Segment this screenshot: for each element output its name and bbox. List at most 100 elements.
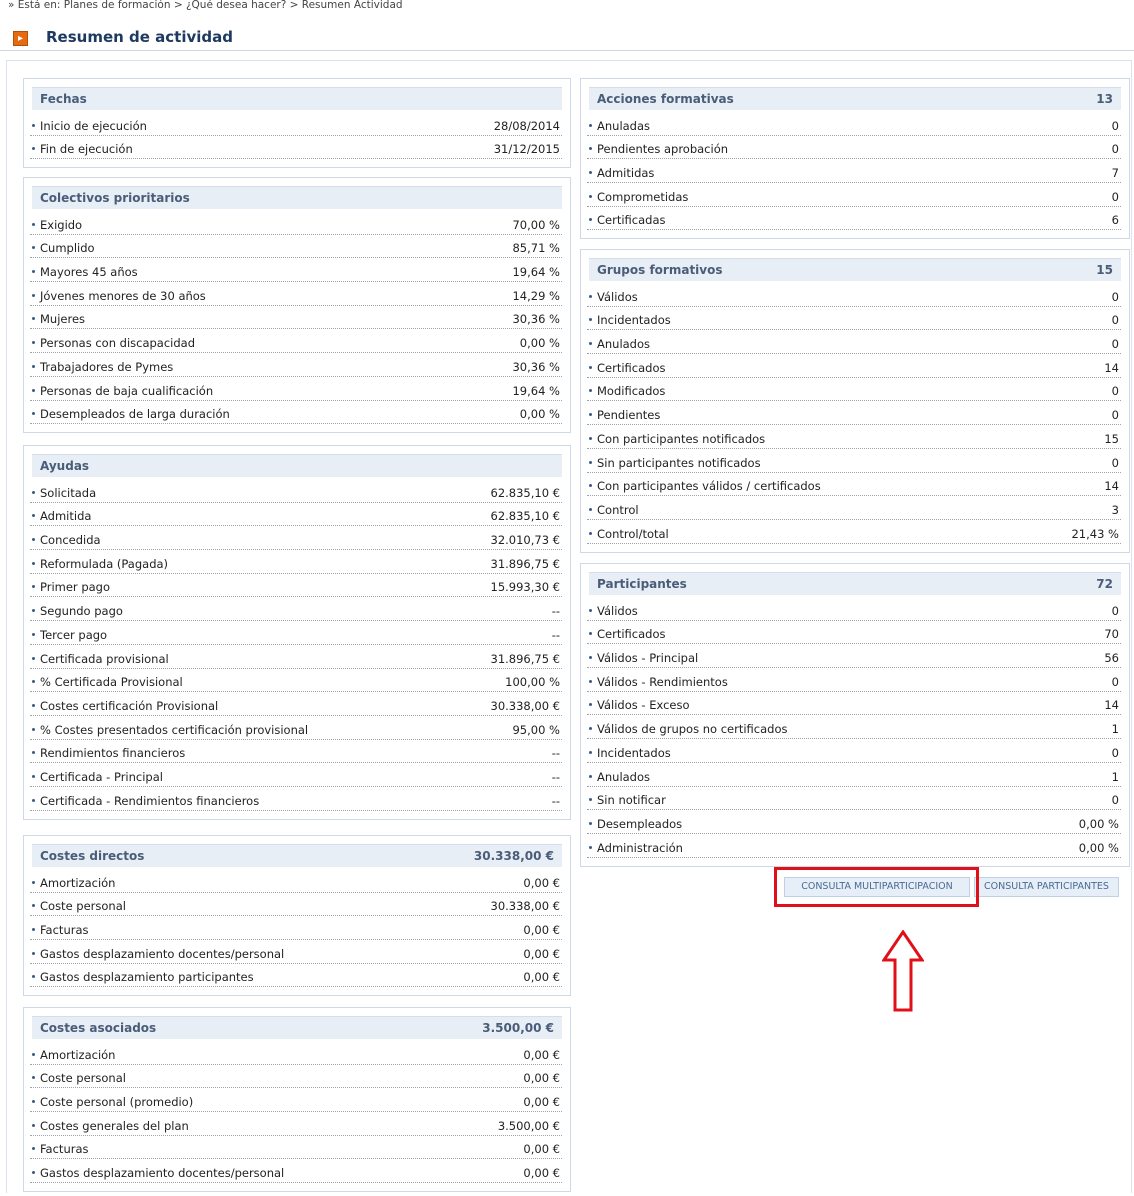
row-label: % Certificada Provisional — [30, 675, 183, 689]
row-label: Certificada provisional — [30, 652, 169, 666]
row-value: 31/12/2015 — [493, 142, 560, 157]
row-label: Fin de ejecución — [30, 142, 133, 156]
summary-row: Solicitada 62.835,10 € — [30, 479, 562, 503]
page-header: ▸ Resumen de actividad — [0, 24, 1134, 51]
summary-row: Desempleados 0,00 % — [587, 810, 1121, 834]
panel-header: Ayudas — [32, 454, 562, 477]
summary-row: Control/total 21,43 % — [587, 520, 1121, 544]
summary-row: Certificadas 6 — [587, 207, 1121, 231]
summary-row: Administración 0,00 % — [587, 834, 1121, 858]
summary-row: Anulados 0 — [587, 330, 1121, 355]
panel-header: Fechas — [32, 87, 562, 110]
row-label: Gastos desplazamiento docentes/personal — [30, 947, 284, 961]
row-label: Válidos de grupos no certificados — [587, 722, 787, 736]
summary-row: Personas con discapacidad 0,00 % — [30, 329, 562, 354]
row-label: Sin participantes notificados — [587, 456, 761, 470]
summary-row: Concedida 32.010,73 € — [30, 526, 562, 551]
highlight-annotation-box — [774, 867, 979, 907]
row-value: 14 — [1104, 479, 1119, 494]
row-value: 85,71 % — [512, 241, 560, 256]
row-label: Cumplido — [30, 241, 95, 255]
summary-row: Admitidas 7 — [587, 159, 1121, 184]
row-value: 62.835,10 € — [490, 485, 561, 500]
row-label: Control/total — [587, 527, 669, 541]
row-value: 0 — [1111, 289, 1119, 304]
row-label: Jóvenes menores de 30 años — [30, 289, 206, 303]
row-label: Pendientes aprobación — [587, 142, 728, 156]
summary-row: Sin notificar 0 — [587, 787, 1121, 811]
summary-row: Sin participantes notificados 0 — [587, 449, 1121, 473]
row-label: Control — [587, 503, 639, 517]
panel-title: Fechas — [40, 92, 87, 106]
row-value: 14,29 % — [512, 288, 560, 303]
summary-row: Certificada - Rendimientos financieros -- — [30, 787, 562, 811]
row-value: 0,00 € — [523, 970, 560, 985]
summary-row: Gastos desplazamiento participantes 0,00 … — [30, 964, 562, 988]
summary-row: % Costes presentados certificación provi… — [30, 716, 562, 740]
row-label: Anuladas — [587, 119, 650, 133]
row-label: Amortización — [30, 876, 115, 890]
row-label: Con participantes válidos / certificados — [587, 479, 821, 493]
summary-row: Exigido 70,00 % — [30, 211, 562, 235]
panel-total: 15 — [1096, 263, 1113, 277]
summary-row: Tercer pago -- — [30, 621, 562, 645]
row-value: 7 — [1111, 166, 1119, 181]
summary-row: Personas de baja cualificación 19,64 % — [30, 377, 562, 401]
consulta-participantes-button[interactable]: CONSULTA PARTICIPANTES — [974, 877, 1119, 897]
summary-row: Mujeres 30,36 % — [30, 306, 562, 330]
row-value: 1 — [1111, 769, 1119, 784]
row-value: 0 — [1111, 189, 1119, 204]
row-label: Concedida — [30, 533, 101, 547]
row-value: 19,64 % — [512, 265, 560, 280]
summary-row: Certificados 14 — [587, 354, 1121, 378]
row-value: 95,00 % — [512, 722, 560, 737]
row-label: Modificados — [587, 384, 665, 398]
row-label: Admitida — [30, 509, 91, 523]
panel-fechas: Fechas Inicio de ejecución 28/08/2014 Fin d… — [23, 78, 571, 169]
row-value: 0 — [1111, 142, 1119, 157]
row-label: Gastos desplazamiento docentes/personal — [30, 1166, 284, 1180]
panel-participantes: Participantes 72 Válidos 0 Certificados 70 Vál… — [580, 563, 1130, 867]
panel-title: Costes asociados — [40, 1021, 157, 1035]
row-label: Personas con discapacidad — [30, 336, 195, 350]
summary-row: Gastos desplazamiento docentes/personal 0… — [30, 1159, 562, 1184]
row-value: 0,00 € — [523, 875, 560, 890]
row-value: 0 — [1111, 337, 1119, 352]
row-label: Mujeres — [30, 312, 85, 326]
summary-row: Con participantes válidos / certificados… — [587, 473, 1121, 497]
breadcrumb: » Está en: Planes de formación > ¿Qué de… — [8, 0, 403, 11]
row-value: 0 — [1111, 745, 1119, 760]
row-value: 0,00 € — [523, 1047, 560, 1062]
row-value: 0,00 € — [523, 946, 560, 961]
row-label: Costes generales del plan — [30, 1119, 189, 1133]
summary-row: % Certificada Provisional 100,00 % — [30, 669, 562, 693]
summary-row: Fin de ejecución 31/12/2015 — [30, 136, 562, 160]
row-value: 31.896,75 € — [490, 556, 561, 571]
row-value: 0 — [1111, 384, 1119, 399]
panel-total: 30.338,00 € — [473, 849, 554, 863]
summary-row: Certificada - Principal -- — [30, 763, 562, 787]
summary-row: Válidos 0 — [587, 597, 1121, 621]
row-label: Válidos — [587, 290, 638, 304]
row-value: 56 — [1104, 651, 1119, 666]
row-label: Válidos - Exceso — [587, 698, 690, 712]
row-label: Válidos - Rendimientos — [587, 675, 728, 689]
row-value: 30,36 % — [512, 312, 560, 327]
row-label: Incidentados — [587, 746, 671, 760]
row-label: Solicitada — [30, 486, 96, 500]
row-label: Segundo pago — [30, 604, 123, 618]
summary-row: Costes certificación Provisional 30.338,0… — [30, 692, 562, 716]
summary-row: Válidos - Exceso 14 — [587, 692, 1121, 716]
row-label: Desempleados — [587, 817, 682, 831]
row-value: 0,00 % — [519, 407, 560, 422]
row-label: Amortización — [30, 1048, 115, 1062]
row-value: 19,64 % — [512, 383, 560, 398]
summary-row: Primer pago 15.993,30 € — [30, 574, 562, 598]
panel-costes-asociados: Costes asociados 3.500,00 € Amortización 0,… — [23, 1007, 571, 1193]
summary-row: Costes generales del plan 3.500,00 € — [30, 1112, 562, 1136]
row-value: 30.338,00 € — [490, 698, 561, 713]
summary-row: Válidos de grupos no certificados 1 — [587, 715, 1121, 740]
row-label: Personas de baja cualificación — [30, 384, 213, 398]
summary-row: Facturas 0,00 € — [30, 916, 562, 941]
panel-header: Acciones formativas 13 — [589, 87, 1121, 110]
